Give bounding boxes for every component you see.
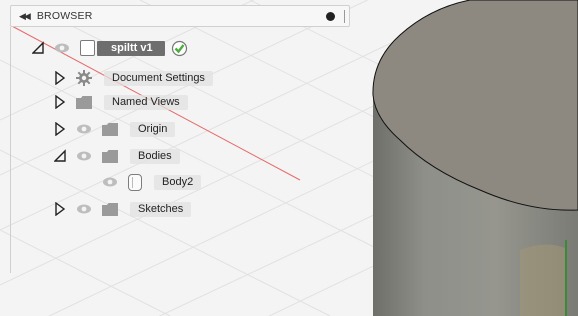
collapsed-triangle-icon[interactable] xyxy=(54,71,66,85)
check-icon xyxy=(171,40,188,57)
browser-header: ◀◀ BROWSER xyxy=(10,5,350,27)
tree-item-body2[interactable]: Body2 xyxy=(102,172,202,192)
eye-icon[interactable] xyxy=(54,42,70,54)
browser-title: BROWSER xyxy=(36,10,93,22)
collapsed-triangle-icon[interactable] xyxy=(54,95,66,109)
expanded-triangle-icon[interactable] xyxy=(54,149,66,163)
tree-item-label[interactable]: Body2 xyxy=(154,174,202,190)
tree-item-label[interactable]: Bodies xyxy=(130,148,180,164)
tree-item-named-views[interactable]: Named Views xyxy=(54,92,188,112)
tree-item-bodies[interactable]: Bodies xyxy=(54,146,180,166)
panel-resize-handle[interactable] xyxy=(344,10,345,23)
folder-icon xyxy=(102,149,118,163)
eye-icon[interactable] xyxy=(76,203,92,215)
body-icon xyxy=(128,173,142,191)
collapsed-triangle-icon[interactable] xyxy=(54,202,66,216)
tree-item-label[interactable]: Named Views xyxy=(104,94,188,110)
eye-icon[interactable] xyxy=(102,176,118,188)
collapsed-triangle-icon[interactable] xyxy=(54,122,66,136)
eye-icon[interactable] xyxy=(76,150,92,162)
browser-panel: ◀◀ BROWSER spiltt v1 Document Settings N… xyxy=(10,5,355,225)
folder-icon xyxy=(76,95,92,109)
tree-item-origin[interactable]: Origin xyxy=(54,119,176,139)
folder-icon xyxy=(102,202,118,216)
pin-dot-icon[interactable] xyxy=(326,12,335,21)
expanded-triangle-icon[interactable] xyxy=(32,41,44,55)
cylinder-body[interactable] xyxy=(372,0,578,316)
root-component-label[interactable]: spiltt v1 xyxy=(97,40,165,56)
tree-item-label[interactable]: Document Settings xyxy=(104,70,213,86)
tree-item-document-settings[interactable]: Document Settings xyxy=(54,68,213,88)
tree-root-row[interactable]: spiltt v1 xyxy=(32,38,188,58)
tree-item-label[interactable]: Sketches xyxy=(130,201,192,217)
tree-item-label[interactable]: Origin xyxy=(130,121,176,137)
eye-icon[interactable] xyxy=(76,123,92,135)
gear-icon xyxy=(76,70,92,86)
double-chevron-left-icon[interactable]: ◀◀ xyxy=(19,11,31,22)
folder-icon xyxy=(102,122,118,136)
document-icon xyxy=(80,40,95,56)
tree-item-sketches[interactable]: Sketches xyxy=(54,199,192,219)
